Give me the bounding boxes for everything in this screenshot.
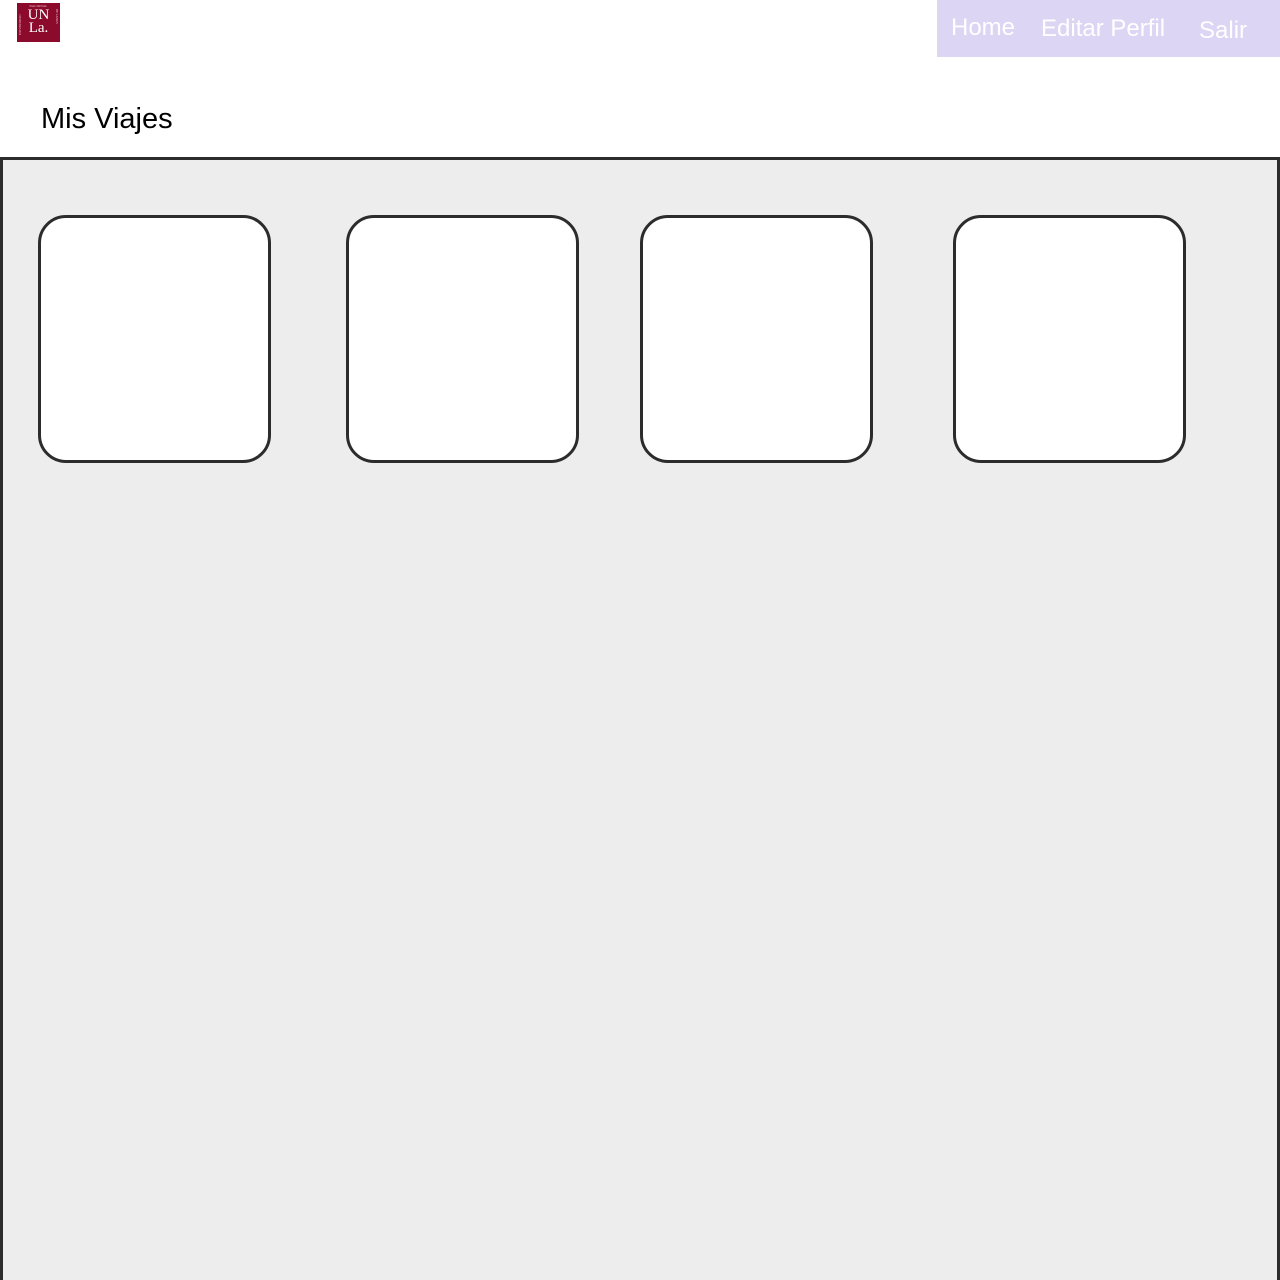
top-nav: Home Editar Perfil Salir: [937, 0, 1280, 57]
nav-logout-link[interactable]: Salir: [1199, 17, 1247, 45]
nav-edit-profile-link[interactable]: Editar Perfil: [1041, 15, 1165, 43]
trip-card[interactable]: [953, 215, 1186, 463]
nav-home-link[interactable]: Home: [951, 14, 1015, 42]
logo-main-line-2: La.: [28, 20, 49, 36]
page-title: Mis Viajes: [41, 103, 173, 135]
university-logo[interactable]: NACIONAL UNIVERSIDAD DE LANÚS UN La.: [17, 3, 60, 42]
page: NACIONAL UNIVERSIDAD DE LANÚS UN La. Hom…: [0, 0, 1280, 1280]
trip-card[interactable]: [38, 215, 271, 463]
logo-main-text: UN La.: [17, 8, 60, 36]
trip-card[interactable]: [640, 215, 873, 463]
trip-card[interactable]: [346, 215, 579, 463]
